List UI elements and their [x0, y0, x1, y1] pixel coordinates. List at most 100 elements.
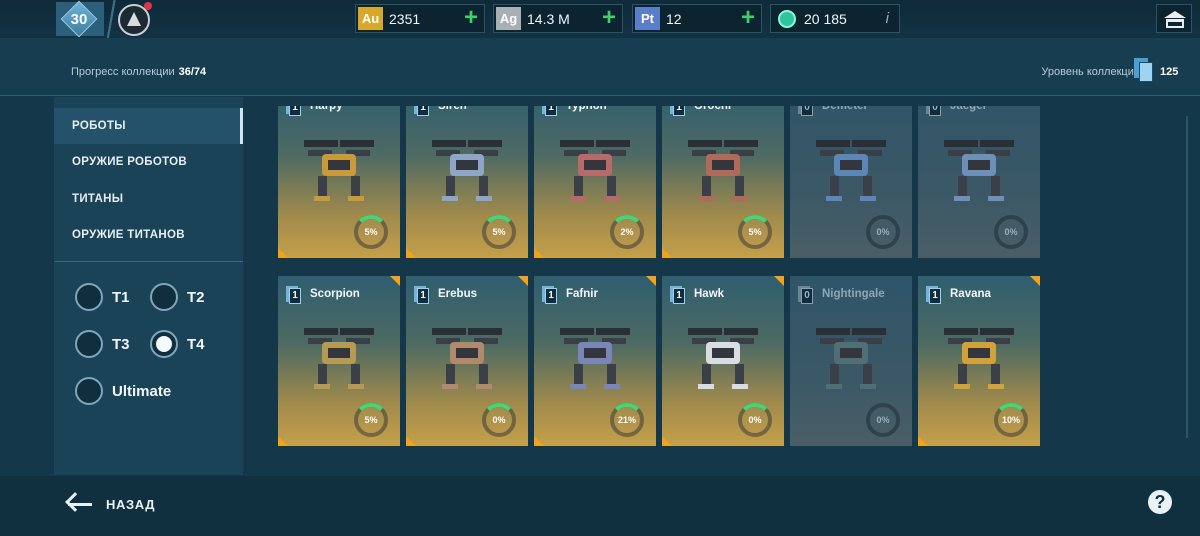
card-level-icon: 1 [542, 286, 558, 304]
progress-ring: 2% [610, 215, 644, 249]
sidebar-item-robots[interactable]: РОБОТЫ [54, 108, 243, 144]
robot-card[interactable]: 1 Fafnir 21% [534, 276, 656, 446]
gem-icon [778, 10, 796, 28]
robot-name: Harpy [310, 106, 343, 112]
card-level-icon: 1 [670, 106, 686, 116]
progress-arc [610, 403, 644, 437]
robot-card[interactable]: 1 Erebus 0% [406, 276, 528, 446]
robot-name: Erebus [438, 288, 477, 300]
robot-name: Demeter [822, 106, 869, 112]
collection-level-value: 125 [1160, 66, 1179, 78]
radio-button[interactable] [75, 377, 103, 405]
sidebar: РОБОТЫ ОРУЖИЕ РОБОТОВ ТИТАНЫ ОРУЖИЕ ТИТА… [54, 97, 243, 475]
footer-bar: НАЗАД [0, 476, 1200, 536]
robot-card[interactable]: 1 Hawk 0% [662, 276, 784, 446]
radio-button[interactable] [75, 283, 103, 311]
progress-percent: 0% [876, 227, 890, 237]
robot-image [816, 140, 886, 201]
progress-ring: 0% [738, 403, 772, 437]
progress-arc [994, 403, 1028, 437]
tier-label: T4 [187, 336, 205, 353]
progress-ring: 5% [354, 403, 388, 437]
robot-name: Typhon [566, 106, 607, 112]
robot-card[interactable]: 1 Ravana 10% [918, 276, 1040, 446]
corner-marker [1030, 276, 1040, 286]
add-platinum-button[interactable]: + [741, 6, 755, 30]
progress-ring: 0% [866, 215, 900, 249]
progress-ring: 5% [738, 215, 772, 249]
robot-image [432, 328, 502, 389]
robot-card[interactable]: 1 Typhon 2% [534, 106, 656, 258]
collection-header: Прогресс коллекции 36/74 Уровень коллекци… [0, 38, 1200, 96]
notification-dot [144, 2, 152, 10]
corner-marker [662, 248, 672, 258]
robot-name: Nightingale [822, 288, 885, 300]
robot-card[interactable]: 1 Siren 5% [406, 106, 528, 258]
add-gold-button[interactable]: + [464, 6, 478, 30]
gold-icon: Au [358, 7, 383, 30]
corner-marker [662, 436, 672, 446]
silver-icon: Ag [496, 7, 521, 30]
league-emblem[interactable] [118, 2, 152, 36]
robot-card[interactable]: 0 Demeter 0% [790, 106, 912, 258]
corner-marker [406, 436, 416, 446]
add-silver-button[interactable]: + [602, 6, 616, 30]
robot-name: Hawk [694, 288, 725, 300]
card-level: 1 [673, 106, 685, 116]
currency-platinum[interactable]: Pt 12 + [632, 4, 762, 33]
card-level: 0 [801, 288, 813, 304]
progress-ring: 5% [482, 215, 516, 249]
scrollbar[interactable] [1186, 116, 1188, 438]
robot-name: Fafnir [566, 288, 598, 300]
currency-silver[interactable]: Ag 14.3 M + [493, 4, 623, 33]
radio-button[interactable] [150, 283, 178, 311]
corner-marker [278, 248, 288, 258]
progress-arc [482, 403, 516, 437]
info-icon[interactable]: i [886, 10, 889, 27]
top-bar: 30 Au 2351 + Ag 14.3 M + Pt 12 + 20 185 … [0, 0, 1200, 38]
league-triangle-icon [127, 12, 141, 26]
radio-button[interactable] [75, 330, 103, 358]
corner-marker [390, 276, 400, 286]
progress-arc [738, 215, 772, 249]
card-level-icon: 1 [926, 286, 942, 304]
sidebar-item-robot-weapons[interactable]: ОРУЖИЕ РОБОТОВ [54, 144, 243, 180]
currency-gold[interactable]: Au 2351 + [355, 4, 485, 33]
player-level-badge[interactable]: 30 [56, 0, 104, 38]
tier-label: T3 [112, 336, 130, 353]
robot-card[interactable]: 0 Jaeger 0% [918, 106, 1040, 258]
card-level-icon: 1 [286, 286, 302, 304]
platinum-value: 12 [666, 11, 682, 27]
card-level: 0 [801, 106, 813, 116]
collection-progress: Прогресс коллекции 36/74 [71, 66, 206, 78]
cards-icon [1134, 58, 1156, 82]
card-level: 0 [929, 106, 941, 116]
sidebar-item-titan-weapons[interactable]: ОРУЖИЕ ТИТАНОВ [54, 217, 243, 253]
currency-gems[interactable]: 20 185 i [770, 4, 900, 33]
robot-card[interactable]: 1 Scorpion 5% [278, 276, 400, 446]
robot-image [560, 140, 630, 201]
back-label: НАЗАД [106, 497, 156, 512]
card-level: 1 [417, 106, 429, 116]
robot-card[interactable]: 1 Harpy 5% [278, 106, 400, 258]
radio-button-selected[interactable] [150, 330, 178, 358]
robot-image [688, 328, 758, 389]
progress-label: Прогресс коллекции [71, 66, 175, 78]
robot-card[interactable]: 0 Nightingale 0% [790, 276, 912, 446]
corner-marker [918, 436, 928, 446]
corner-marker [278, 436, 288, 446]
help-button[interactable]: ? [1148, 490, 1172, 514]
robot-card[interactable]: 1 Orochi 5% [662, 106, 784, 258]
progress-arc [482, 215, 516, 249]
corner-marker [774, 276, 784, 286]
gold-value: 2351 [389, 11, 421, 27]
card-level: 1 [289, 288, 301, 304]
robot-name: Orochi [694, 106, 732, 112]
progress-ring: 10% [994, 403, 1028, 437]
hangar-button[interactable] [1156, 4, 1192, 33]
sidebar-item-titans[interactable]: ТИТАНЫ [54, 181, 243, 217]
card-level-icon: 1 [286, 106, 302, 116]
card-level-icon: 1 [542, 106, 558, 116]
robot-image [432, 140, 502, 201]
gem-value: 20 185 [804, 11, 847, 27]
